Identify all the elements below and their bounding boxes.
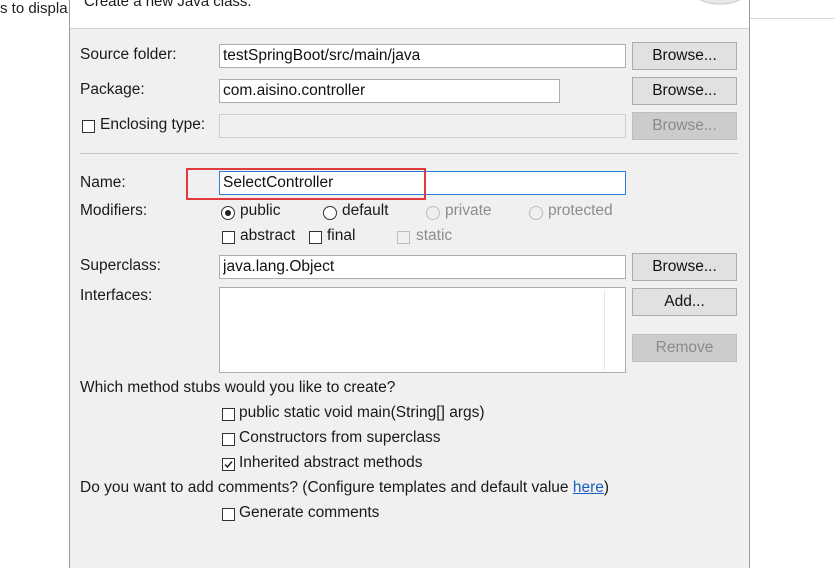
stub-inherited-abstract-checkbox[interactable] — [222, 458, 235, 471]
enclosing-type-checkbox[interactable] — [82, 120, 95, 133]
superclass-label: Superclass: — [80, 257, 161, 274]
background-divider — [749, 18, 835, 19]
interfaces-label: Interfaces: — [80, 287, 153, 304]
enclosing-type-input[interactable] — [219, 114, 626, 138]
modifier-static-label: static — [416, 227, 453, 244]
enclosing-type-browse-button[interactable]: Browse... — [632, 112, 737, 140]
modifiers-label: Modifiers: — [80, 202, 148, 219]
stub-constructors-label: Constructors from superclass — [239, 429, 441, 446]
modifier-private-label: private — [445, 202, 492, 219]
modifier-public-radio[interactable] — [221, 206, 235, 220]
new-java-class-dialog: Create a new Java class. Source folder: … — [69, 0, 750, 568]
dialog-banner: Create a new Java class. — [70, 0, 749, 29]
package-input[interactable] — [219, 79, 560, 103]
modifier-abstract-label: abstract — [240, 227, 296, 244]
comments-question: Do you want to add comments? (Configure … — [80, 479, 609, 497]
source-folder-browse-button[interactable]: Browse... — [632, 42, 737, 70]
stub-main-checkbox[interactable] — [222, 408, 235, 421]
modifier-final-label: final — [327, 227, 356, 244]
modifier-static-checkbox[interactable] — [397, 231, 410, 244]
modifier-protected-radio[interactable] — [529, 206, 543, 220]
generate-comments-checkbox[interactable] — [222, 508, 235, 521]
interfaces-list-divider — [604, 290, 605, 370]
interfaces-add-button[interactable]: Add... — [632, 288, 737, 316]
comments-question-suffix: ) — [603, 479, 610, 496]
modifier-public-label: public — [240, 202, 281, 219]
stub-main-label: public static void main(String[] args) — [239, 404, 485, 421]
section-separator — [80, 153, 738, 154]
configure-templates-link[interactable]: here — [573, 479, 604, 496]
name-label: Name: — [80, 174, 126, 191]
package-browse-button[interactable]: Browse... — [632, 77, 737, 105]
stub-constructors-checkbox[interactable] — [222, 433, 235, 446]
interfaces-remove-button[interactable]: Remove — [632, 334, 737, 362]
modifier-default-radio[interactable] — [323, 206, 337, 220]
comments-question-text: Do you want to add comments? (Configure … — [80, 479, 573, 496]
modifier-abstract-checkbox[interactable] — [222, 231, 235, 244]
modifier-protected-label: protected — [548, 202, 613, 219]
superclass-input[interactable] — [219, 255, 626, 279]
wizard-banner-icon — [699, 0, 741, 5]
interfaces-list[interactable] — [219, 287, 626, 373]
name-highlight-box — [186, 168, 426, 200]
background-text: s to displa — [0, 0, 68, 17]
modifier-default-label: default — [342, 202, 389, 219]
modifier-final-checkbox[interactable] — [309, 231, 322, 244]
stub-inherited-abstract-label: Inherited abstract methods — [239, 454, 423, 471]
package-label: Package: — [80, 81, 145, 98]
checkmark-icon — [224, 461, 233, 469]
dialog-header-text: Create a new Java class. — [84, 0, 252, 10]
source-folder-label: Source folder: — [80, 46, 177, 63]
generate-comments-label: Generate comments — [239, 504, 380, 521]
modifier-private-radio[interactable] — [426, 206, 440, 220]
enclosing-type-label: Enclosing type: — [100, 116, 206, 133]
method-stubs-question: Which method stubs would you like to cre… — [80, 379, 396, 396]
source-folder-input[interactable] — [219, 44, 626, 68]
superclass-browse-button[interactable]: Browse... — [632, 253, 737, 281]
